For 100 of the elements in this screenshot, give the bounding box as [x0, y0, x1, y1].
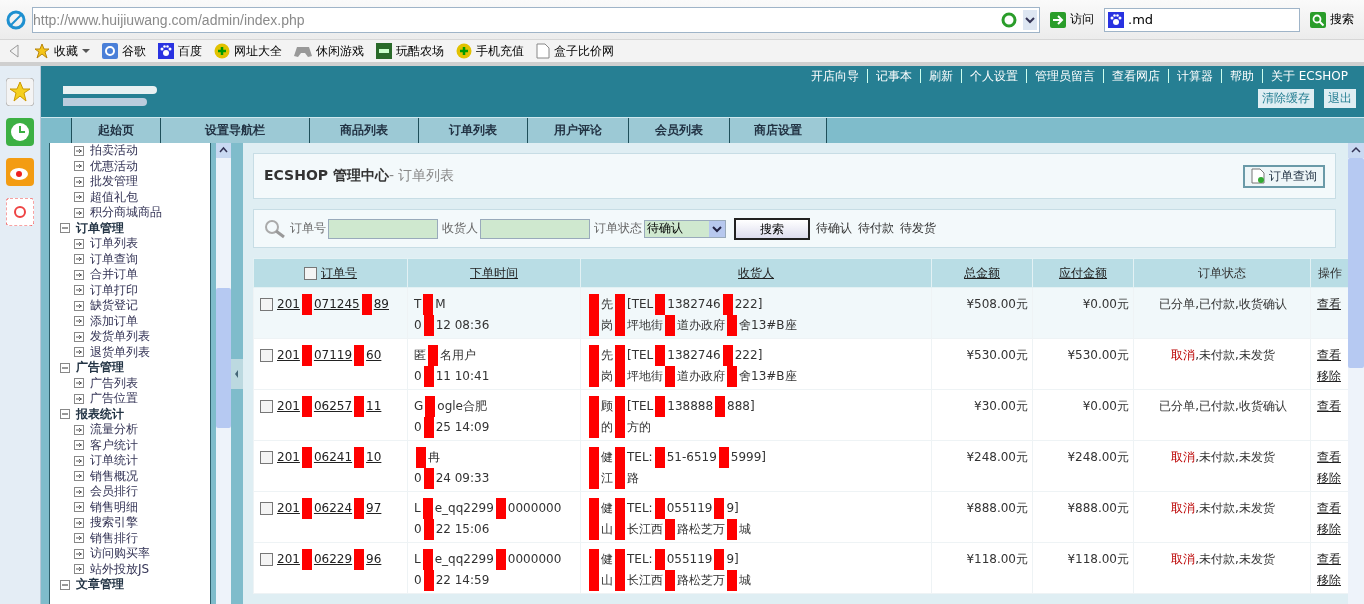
- nav-tab[interactable]: 用户评论: [527, 118, 628, 143]
- consignee-field[interactable]: [480, 218, 590, 239]
- search-field[interactable]: .md: [1104, 7, 1300, 32]
- menu-item[interactable]: 缺货登记: [60, 298, 210, 314]
- menu-group[interactable]: 文章管理: [60, 577, 210, 593]
- menu-item[interactable]: 优惠活动: [60, 158, 210, 174]
- scrollbar-thumb[interactable]: [1348, 158, 1364, 368]
- scroll-up-icon[interactable]: [216, 143, 231, 158]
- menu-item[interactable]: 退货单列表: [60, 344, 210, 360]
- menu-item[interactable]: 积分商城商品: [60, 205, 210, 221]
- menu-item[interactable]: 会员排行: [60, 484, 210, 500]
- header-link[interactable]: 关于 ECSHOP: [1261, 69, 1356, 83]
- menu-item[interactable]: 客户统计: [60, 437, 210, 453]
- bookmark-link[interactable]: 手机充值: [456, 42, 524, 60]
- header-link[interactable]: 个人设置: [960, 69, 1026, 83]
- header-link[interactable]: 记事本: [866, 69, 920, 83]
- nav-tab[interactable]: 商品列表: [309, 118, 418, 143]
- nav-tab[interactable]: 起始页: [71, 118, 160, 143]
- header-link[interactable]: 管理员留言: [1025, 69, 1103, 83]
- action-link[interactable]: 移除: [1317, 468, 1345, 489]
- bookmark-link[interactable]: 网址大全: [214, 42, 282, 60]
- scroll-up-icon[interactable]: [1348, 143, 1364, 158]
- search-button[interactable]: 搜索: [734, 217, 810, 240]
- table-row[interactable]: 201 06224 97 L e_qq2299 0000000 0 22 15:06 健 TEL: 055119 9] 山 长江西 路松芝万 城 ¥888.00元 ¥888.00元 取消,未付款,未发货 查看 移除: [253, 491, 1348, 543]
- header-link[interactable]: 开店向导: [802, 69, 867, 83]
- nav-tab[interactable]: 会员列表: [628, 118, 729, 143]
- action-link[interactable]: 移除: [1317, 570, 1345, 591]
- row-checkbox[interactable]: [260, 400, 273, 413]
- menu-item[interactable]: 订单列表: [60, 236, 210, 252]
- nav-tab[interactable]: 设置导航栏: [160, 118, 309, 143]
- table-row[interactable]: 201 071245 89 T M 0 12 08:36 先 [TEL 1382746 222] 岗 坪地街 道办政府 舍13#B座 ¥508.00元 ¥0.00元 已分单,已付款,收货确认 查看: [253, 287, 1348, 339]
- menu-item[interactable]: 流量分析: [60, 422, 210, 438]
- mail-icon[interactable]: [6, 198, 34, 226]
- menu-item[interactable]: 合并订单: [60, 267, 210, 283]
- row-checkbox[interactable]: [260, 451, 273, 464]
- action-link[interactable]: 查看: [1317, 447, 1345, 468]
- menu-item[interactable]: 销售概况: [60, 468, 210, 484]
- menu-item[interactable]: 订单统计: [60, 453, 210, 469]
- bookmark-link[interactable]: 谷歌: [102, 42, 146, 60]
- header-button[interactable]: 清除缓存: [1258, 89, 1314, 108]
- bookmark-link[interactable]: 休闲游戏: [294, 42, 364, 60]
- order-query-button[interactable]: 订单查询: [1243, 164, 1325, 188]
- menu-item[interactable]: 广告位置: [60, 391, 210, 407]
- menu-item[interactable]: 订单打印: [60, 282, 210, 298]
- filter-link[interactable]: 待确认: [816, 220, 852, 237]
- menu-item[interactable]: 拍卖活动: [60, 143, 210, 159]
- address-field[interactable]: http://www.huijiuwang.com/admin/index.php: [32, 6, 1040, 33]
- nav-tab[interactable]: 订单列表: [418, 118, 527, 143]
- header-link[interactable]: 刷新: [919, 69, 961, 83]
- nav-tab[interactable]: 商店设置: [729, 118, 827, 143]
- table-row[interactable]: 201 06241 10 冉 0 24 09:33 健 TEL: 51-6519 5999] 江 路 ¥248.00元 ¥248.00元 取消,未付款,未发货 查看 移除: [253, 440, 1348, 492]
- menu-group[interactable]: 报表统计: [60, 406, 210, 422]
- filter-link[interactable]: 待发货: [900, 220, 936, 237]
- order-number-field[interactable]: [328, 218, 438, 239]
- menu-item[interactable]: 发货单列表: [60, 329, 210, 345]
- row-checkbox[interactable]: [260, 298, 273, 311]
- action-link[interactable]: 查看: [1317, 345, 1345, 366]
- action-link[interactable]: 查看: [1317, 549, 1345, 570]
- column-header[interactable]: 收货人: [738, 265, 774, 280]
- menu-item[interactable]: 搜索引擎: [60, 515, 210, 531]
- menu-item[interactable]: 销售排行: [60, 530, 210, 546]
- menu-item[interactable]: 广告列表: [60, 375, 210, 391]
- table-row[interactable]: 201 06257 11 G ogle合肥 0 25 14:09 顾 [TEL 138888 888] 的 方的 ¥30.00元 ¥0.00元 已分单,已付款,收货确认 查看: [253, 389, 1348, 441]
- bookmark-link[interactable]: 盒子比价网: [536, 42, 614, 60]
- select-all-checkbox[interactable]: [304, 266, 317, 280]
- menu-item[interactable]: 订单查询: [60, 251, 210, 267]
- search-button[interactable]: 搜索: [1306, 7, 1358, 32]
- header-link[interactable]: 计算器: [1167, 69, 1221, 83]
- menu-item[interactable]: 添加订单: [60, 313, 210, 329]
- menu-group[interactable]: 订单管理: [60, 220, 210, 236]
- menu-item[interactable]: 站外投放JS: [60, 561, 210, 577]
- bookmark-link[interactable]: 收藏: [34, 42, 90, 60]
- table-row[interactable]: 201 07119 60 匿 名用户 0 11 10:41 先 [TEL 1382746 222] 岗 坪地街 道办政府 舍13#B座 ¥530.00元 ¥530.00元 取消,未付款,未发货 查看 移除: [253, 338, 1348, 390]
- row-checkbox[interactable]: [260, 502, 273, 515]
- table-row[interactable]: 201 06229 96 L e_qq2299 0000000 0 22 14:59 健 TEL: 055119 9] 山 长江西 路松芝万 城 ¥118.00元 ¥118.00元 取消,未付款,未发货 查看 移除: [253, 542, 1348, 594]
- star-icon[interactable]: [6, 78, 34, 106]
- scrollbar-thumb[interactable]: [216, 288, 231, 428]
- header-link[interactable]: 帮助: [1220, 69, 1262, 83]
- row-checkbox[interactable]: [260, 553, 273, 566]
- go-button[interactable]: 访问: [1046, 7, 1098, 32]
- menu-item[interactable]: 超值礼包: [60, 189, 210, 205]
- bookmark-link[interactable]: 百度: [158, 42, 202, 60]
- eye-icon[interactable]: [6, 158, 34, 186]
- menu-item[interactable]: 访问购买率: [60, 546, 210, 562]
- filter-link[interactable]: 待付款: [858, 220, 894, 237]
- bookmark-link[interactable]: 玩酷农场: [376, 42, 444, 60]
- menu-item[interactable]: 销售明细: [60, 499, 210, 515]
- clock-icon[interactable]: [6, 118, 34, 146]
- row-checkbox[interactable]: [260, 349, 273, 362]
- column-header[interactable]: 下单时间: [470, 265, 518, 280]
- action-link[interactable]: 移除: [1317, 366, 1345, 387]
- header-button[interactable]: 退出: [1324, 89, 1356, 108]
- action-link[interactable]: 移除: [1317, 519, 1345, 540]
- collapse-handle[interactable]: [231, 358, 243, 389]
- menu-item[interactable]: 批发管理: [60, 174, 210, 190]
- column-header[interactable]: 总金额: [964, 265, 1000, 280]
- action-link[interactable]: 查看: [1317, 498, 1345, 519]
- order-status-select[interactable]: 待确认: [644, 219, 726, 238]
- menu-group[interactable]: 广告管理: [60, 360, 210, 376]
- header-link[interactable]: 查看网店: [1102, 69, 1168, 83]
